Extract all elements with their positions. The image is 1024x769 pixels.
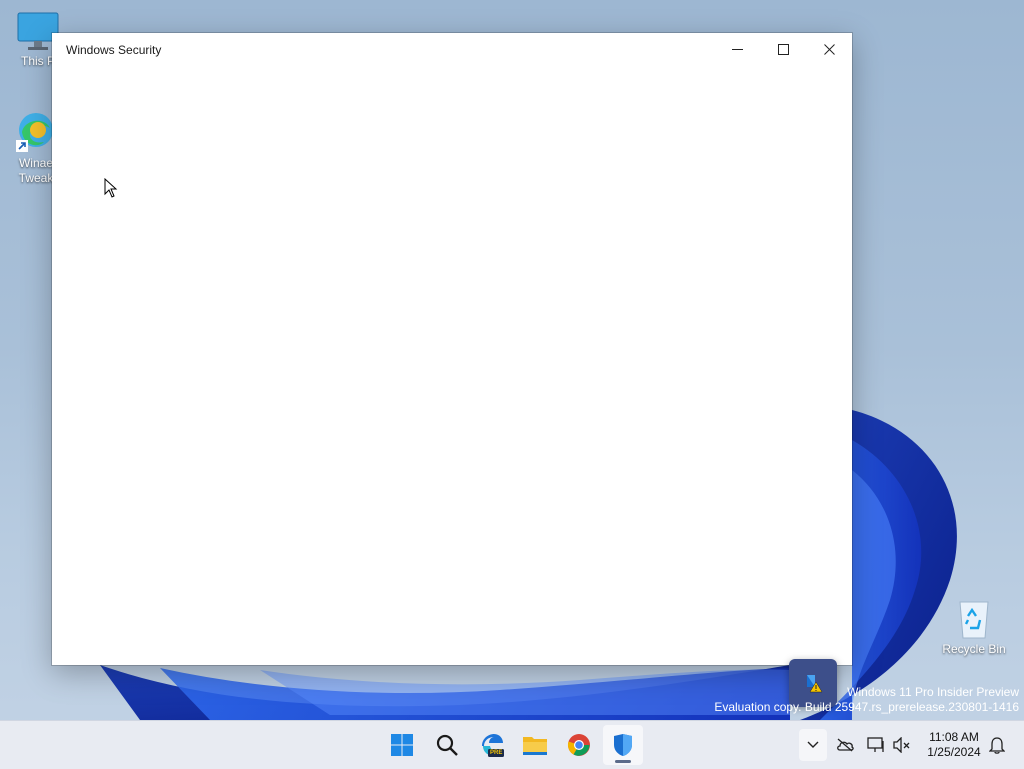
evaluation-watermark: Windows 11 Pro Insider Preview Evaluatio… <box>714 685 1019 715</box>
watermark-line2: Evaluation copy. Build 25947.rs_prerelea… <box>714 700 1019 714</box>
close-icon <box>823 43 835 55</box>
clock-date: 1/25/2024 <box>927 745 981 759</box>
windows-security-window[interactable]: Windows Security <box>52 33 852 665</box>
edge-preview-button[interactable]: PRE <box>472 725 512 765</box>
speaker-muted-icon <box>893 737 910 753</box>
clock-time: 11:08 AM <box>929 730 979 744</box>
desktop-icon-recycle-bin[interactable]: Recycle Bin <box>938 598 1010 657</box>
windows-security-button[interactable] <box>603 725 643 765</box>
show-hidden-icons-button[interactable] <box>799 729 827 761</box>
onedrive-tray-button[interactable] <box>831 729 859 761</box>
network-icon <box>867 737 884 752</box>
chevron-up-icon <box>807 741 819 748</box>
edge-pre-badge: PRE <box>490 750 503 756</box>
active-app-indicator <box>615 760 631 763</box>
volume-tray-button[interactable] <box>888 729 916 761</box>
maximize-icon <box>777 43 789 55</box>
maximize-button[interactable] <box>760 33 806 65</box>
recycle-bin-icon <box>954 598 994 640</box>
onedrive-offline-icon <box>837 738 854 752</box>
mouse-cursor-icon <box>104 178 118 198</box>
clock[interactable]: 11:08 AM 1/25/2024 <box>918 730 990 760</box>
network-tray-button[interactable] <box>862 729 890 761</box>
window-title: Windows Security <box>66 43 162 57</box>
desktop-icon-label: Recycle Bin <box>942 642 1006 656</box>
window-content <box>52 65 852 665</box>
chrome-button[interactable] <box>559 725 599 765</box>
taskbar: PRE 11:08 AM 1/25/2024 <box>0 720 1024 769</box>
folder-icon <box>523 737 547 755</box>
start-button[interactable] <box>382 725 422 765</box>
watermark-line1: Windows 11 Pro Insider Preview <box>847 685 1019 699</box>
minimize-button[interactable] <box>714 33 760 65</box>
search-icon <box>436 734 458 756</box>
notification-bell-icon <box>989 737 1005 754</box>
close-button[interactable] <box>806 33 852 65</box>
shield-icon <box>614 734 632 756</box>
chrome-icon <box>567 734 590 756</box>
file-explorer-button[interactable] <box>515 725 555 765</box>
windows-start-icon <box>391 734 413 756</box>
minimize-icon <box>731 48 743 50</box>
window-titlebar[interactable]: Windows Security <box>52 33 852 65</box>
notifications-button[interactable] <box>983 729 1011 761</box>
search-button[interactable] <box>427 725 467 765</box>
